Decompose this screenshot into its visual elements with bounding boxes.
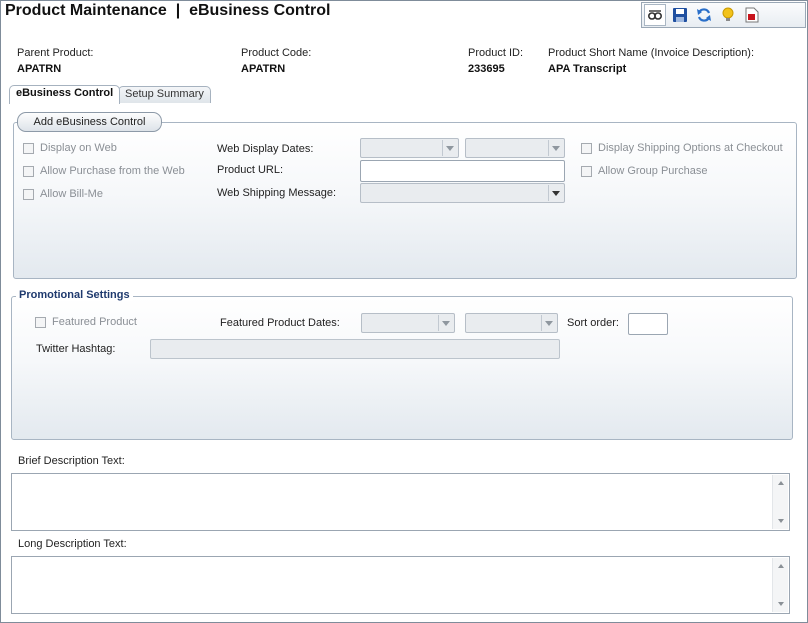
product-id-label: Product ID: (468, 47, 524, 59)
chevron-down-icon[interactable] (541, 315, 556, 331)
featured-product-dates-label: Featured Product Dates: (220, 317, 340, 329)
allow-group-purchase-checkbox[interactable]: Allow Group Purchase (581, 165, 707, 177)
sort-order-label: Sort order: (567, 317, 619, 329)
title-main: Product Maintenance (5, 2, 167, 19)
scroll-down-icon[interactable] (778, 602, 784, 606)
web-display-start-date-select[interactable] (360, 138, 459, 158)
refresh-icon[interactable] (694, 5, 714, 25)
scroll-up-icon[interactable] (778, 481, 784, 485)
chevron-down-icon[interactable] (548, 140, 563, 156)
tab-ebusiness-control[interactable]: eBusiness Control (9, 85, 121, 104)
scroll-up-icon[interactable] (778, 564, 784, 568)
product-id-value: 233695 (468, 63, 505, 75)
checkbox-box[interactable] (23, 142, 34, 154)
checkbox-box[interactable] (23, 165, 34, 177)
long-description-textarea[interactable] (11, 556, 790, 614)
title-separator: | (175, 2, 181, 19)
chevron-down-icon[interactable] (548, 185, 563, 201)
web-shipping-message-select[interactable] (360, 183, 565, 203)
save-icon[interactable] (670, 5, 690, 25)
promotional-settings-legend: Promotional Settings (16, 289, 133, 301)
allow-bill-me-checkbox[interactable]: Allow Bill-Me (23, 188, 103, 200)
checkbox-box[interactable] (581, 165, 592, 177)
product-url-label: Product URL: (217, 164, 284, 176)
allow-purchase-web-checkbox[interactable]: Allow Purchase from the Web (23, 165, 185, 177)
display-on-web-checkbox[interactable]: Display on Web (23, 142, 117, 154)
twitter-hashtag-input[interactable] (150, 339, 560, 359)
allow-group-purchase-label: Allow Group Purchase (598, 165, 708, 177)
web-display-end-date-select[interactable] (465, 138, 565, 158)
add-ebusiness-control-button[interactable]: Add eBusiness Control (17, 112, 162, 132)
product-code-value: APATRN (241, 63, 286, 75)
checkbox-box[interactable] (581, 142, 592, 154)
chevron-down-icon[interactable] (442, 140, 457, 156)
twitter-hashtag-label: Twitter Hashtag: (36, 343, 116, 355)
pdf-icon[interactable] (742, 5, 762, 25)
web-display-dates-label: Web Display Dates: (217, 143, 314, 155)
brief-description-scrollbar[interactable] (772, 475, 788, 529)
product-url-input[interactable] (360, 160, 565, 182)
display-shipping-options-label: Display Shipping Options at Checkout (598, 142, 783, 154)
featured-product-label: Featured Product (52, 316, 137, 328)
short-name-label: Product Short Name (Invoice Description)… (548, 47, 755, 59)
parent-product-value: APATRN (17, 63, 62, 75)
title-sub: eBusiness Control (189, 2, 331, 19)
short-name-value: APA Transcript (548, 63, 627, 75)
allow-purchase-web-label: Allow Purchase from the Web (40, 165, 185, 177)
page-title: Product Maintenance | eBusiness Control (5, 2, 330, 20)
web-shipping-message-label: Web Shipping Message: (217, 187, 337, 199)
featured-product-checkbox[interactable]: Featured Product (35, 316, 137, 328)
product-code-label: Product Code: (241, 47, 312, 59)
parent-product-label: Parent Product: (17, 47, 94, 59)
tab-setup-summary[interactable]: Setup Summary (118, 86, 211, 103)
long-description-scrollbar[interactable] (772, 558, 788, 612)
sort-order-input[interactable] (628, 313, 668, 335)
view-icon[interactable] (644, 4, 666, 26)
featured-end-date-select[interactable] (465, 313, 558, 333)
long-description-label: Long Description Text: (18, 538, 127, 550)
scroll-down-icon[interactable] (778, 519, 784, 523)
allow-bill-me-label: Allow Bill-Me (40, 188, 103, 200)
lightbulb-icon[interactable] (718, 5, 738, 25)
display-shipping-options-checkbox[interactable]: Display Shipping Options at Checkout (581, 142, 783, 154)
brief-description-label: Brief Description Text: (18, 455, 125, 467)
brief-description-textarea[interactable] (11, 473, 790, 531)
featured-start-date-select[interactable] (361, 313, 455, 333)
checkbox-box[interactable] (35, 316, 46, 328)
checkbox-box[interactable] (23, 188, 34, 200)
toolbar (641, 2, 806, 28)
chevron-down-icon[interactable] (438, 315, 453, 331)
display-on-web-label: Display on Web (40, 142, 117, 154)
